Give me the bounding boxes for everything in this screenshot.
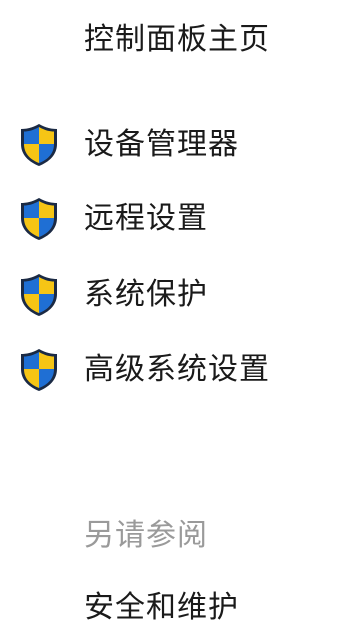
task-link-advanced-system-settings[interactable]: 高级系统设置 bbox=[18, 345, 270, 395]
control-panel-home-link[interactable]: 控制面板主页 bbox=[84, 18, 270, 62]
uac-shield-icon bbox=[18, 347, 60, 393]
task-link-label: 系统保护 bbox=[84, 277, 208, 312]
uac-shield-icon bbox=[18, 122, 60, 168]
security-and-maintenance-link[interactable]: 安全和维护 bbox=[84, 586, 239, 630]
task-link-label: 高级系统设置 bbox=[84, 352, 270, 387]
control-panel-sidebar: 控制面板主页 设备管理器 远程设置 系统保护 高级系统设置 另请参阅 安全和维护 bbox=[0, 0, 360, 636]
task-link-label: 设备管理器 bbox=[84, 127, 239, 162]
see-also-heading: 另请参阅 bbox=[84, 518, 208, 553]
task-link-label: 远程设置 bbox=[84, 201, 208, 236]
task-link-system-protection[interactable]: 系统保护 bbox=[18, 270, 208, 320]
task-link-remote-settings[interactable]: 远程设置 bbox=[18, 194, 208, 244]
task-link-device-manager[interactable]: 设备管理器 bbox=[18, 120, 239, 170]
uac-shield-icon bbox=[18, 196, 60, 242]
uac-shield-icon bbox=[18, 272, 60, 318]
